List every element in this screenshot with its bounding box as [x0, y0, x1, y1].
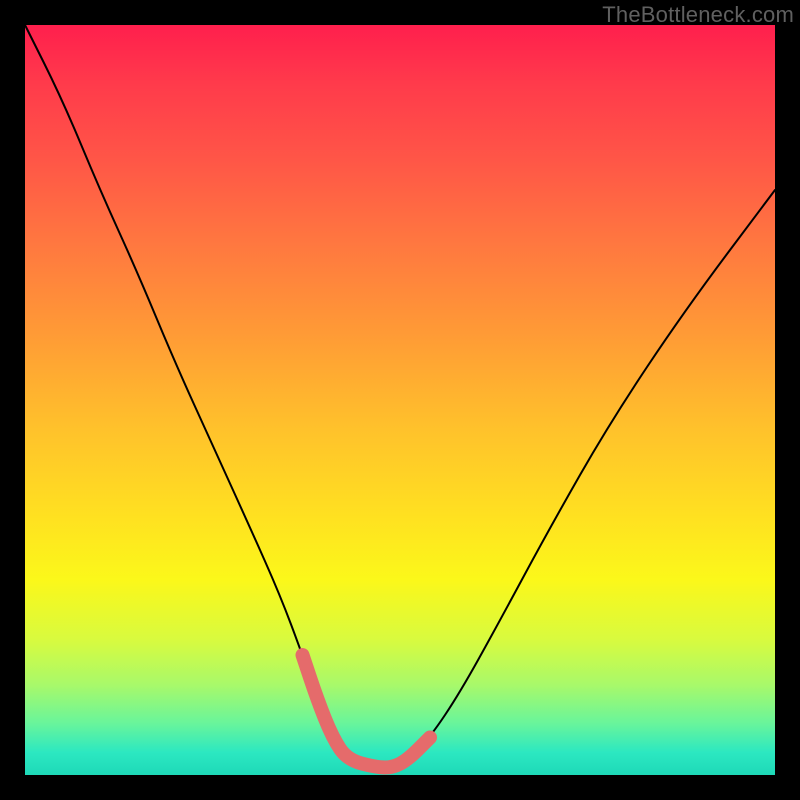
chart-highlight — [303, 655, 431, 768]
watermark-text: TheBottleneck.com — [602, 2, 794, 28]
chart-curve — [25, 25, 775, 768]
plot-area — [25, 25, 775, 775]
chart-svg — [25, 25, 775, 775]
chart-container: TheBottleneck.com — [0, 0, 800, 800]
